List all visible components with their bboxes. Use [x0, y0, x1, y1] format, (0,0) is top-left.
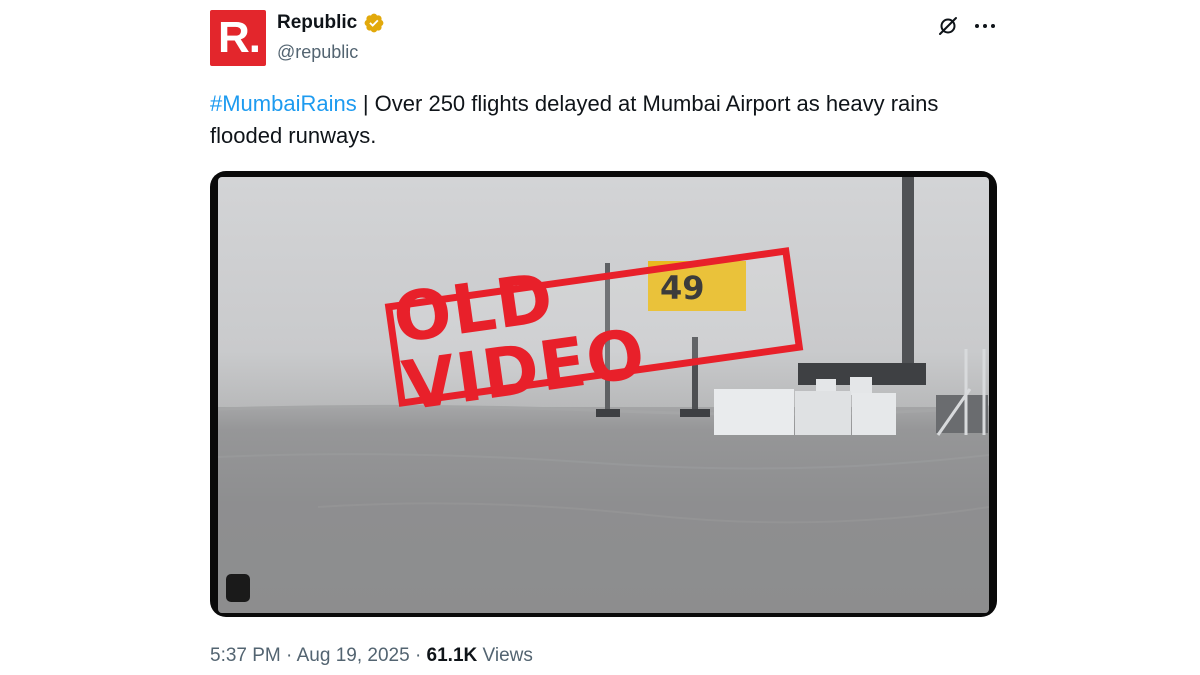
- tweet-date[interactable]: Aug 19, 2025: [297, 645, 410, 666]
- tweet-text: #MumbaiRains | Over 250 flights delayed …: [210, 88, 1000, 152]
- video-control-button[interactable]: [226, 574, 250, 602]
- hashtag-link[interactable]: #MumbaiRains: [210, 91, 357, 116]
- author-name-row[interactable]: Republic: [277, 12, 385, 34]
- avatar[interactable]: R.: [210, 10, 266, 66]
- tweet-time[interactable]: 5:37 PM: [210, 645, 281, 666]
- tweet-meta: 5:37 PM · Aug 19, 2025 · 61.1K Views: [210, 645, 533, 667]
- views-count: 61.1K: [426, 645, 478, 666]
- tweet-card: R. Republic @republic #MumbaiRains | Ove…: [0, 0, 1200, 675]
- meta-separator: ·: [286, 645, 293, 666]
- avatar-logo-text: R.: [218, 13, 261, 62]
- author-handle[interactable]: @republic: [277, 42, 358, 63]
- grok-icon[interactable]: [936, 14, 960, 38]
- verified-badge-icon: [364, 13, 384, 33]
- meta-separator: ·: [414, 645, 422, 666]
- views-label: Views: [482, 645, 533, 666]
- author-display-name[interactable]: Republic: [277, 12, 357, 34]
- more-icon[interactable]: [972, 14, 998, 38]
